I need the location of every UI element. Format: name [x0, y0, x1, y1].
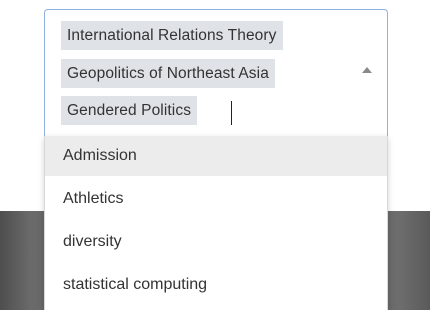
- chevron-up-glyph: [362, 67, 372, 73]
- page: International Relations Theory Geopoliti…: [0, 0, 430, 310]
- options-dropdown: Admission Athletics diversity statistica…: [44, 136, 388, 310]
- selected-chip[interactable]: Gendered Politics: [61, 96, 198, 125]
- multi-select-control[interactable]: International Relations Theory Geopoliti…: [44, 9, 388, 137]
- dropdown-option-admission[interactable]: Admission: [45, 136, 387, 176]
- search-input-cursor[interactable]: [231, 101, 232, 125]
- dropdown-option-athletics[interactable]: Athletics: [45, 179, 387, 219]
- chevron-up-icon[interactable]: [359, 62, 375, 78]
- dropdown-option-statistical-computing[interactable]: statistical computing: [45, 265, 387, 305]
- selected-chip[interactable]: International Relations Theory: [61, 21, 283, 50]
- selected-chip[interactable]: Geopolitics of Northeast Asia: [61, 59, 275, 88]
- dropdown-option-diversity[interactable]: diversity: [45, 222, 387, 262]
